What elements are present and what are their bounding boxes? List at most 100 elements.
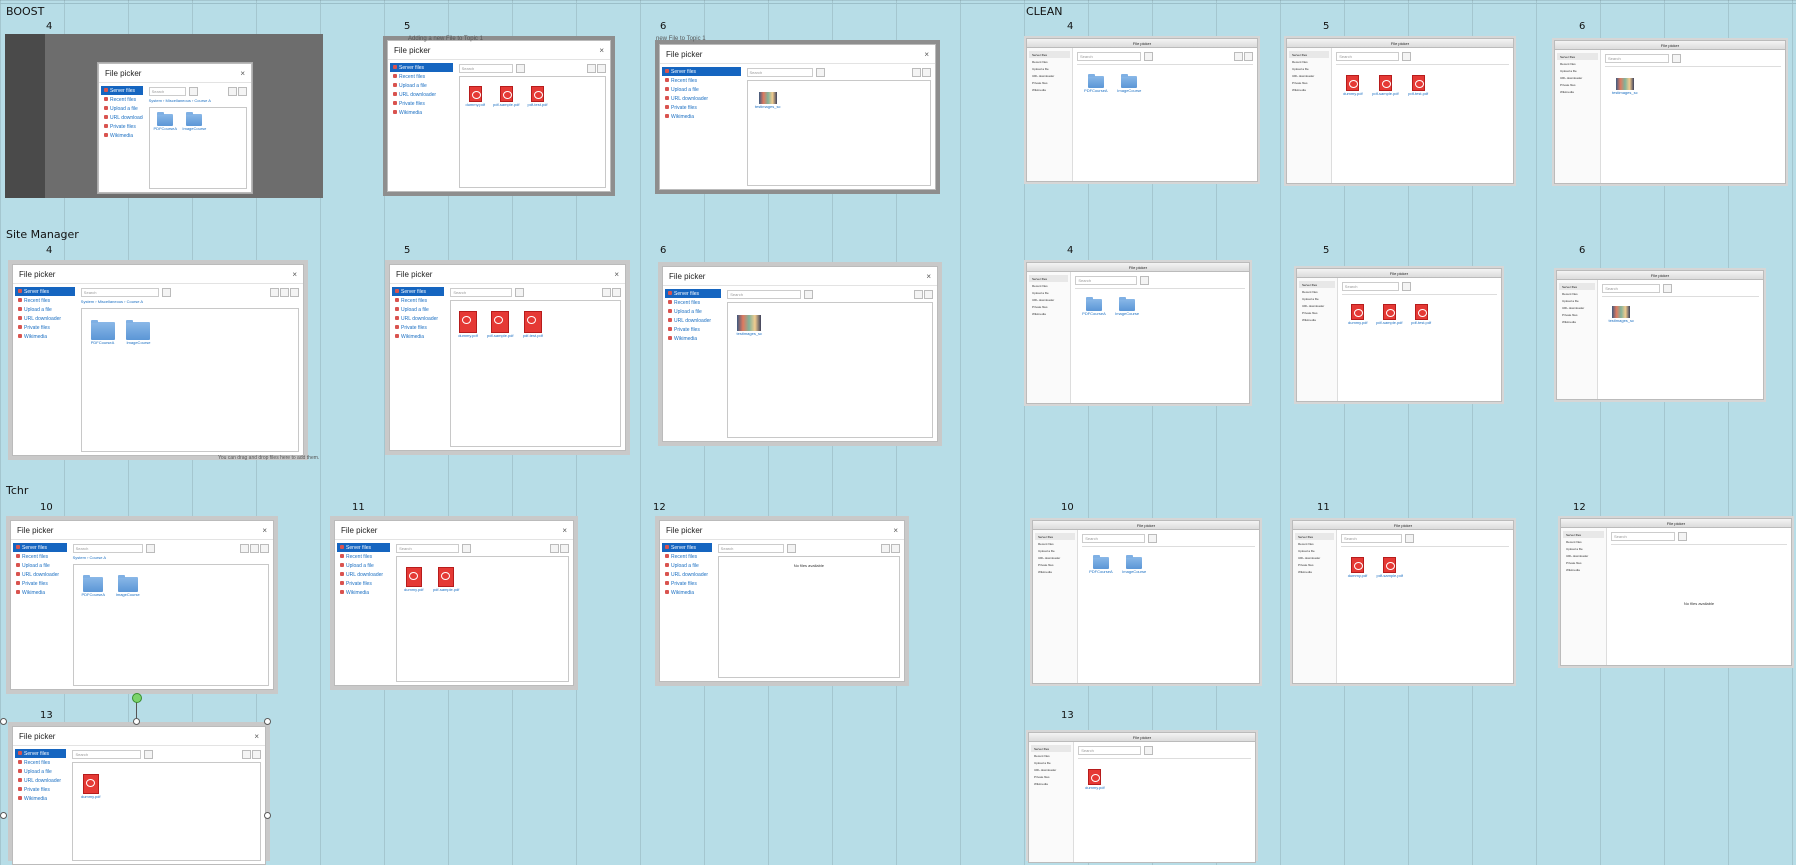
icon-view-icon[interactable] bbox=[914, 289, 923, 299]
list-view-icon[interactable] bbox=[922, 67, 931, 77]
close-icon[interactable]: × bbox=[262, 526, 267, 535]
rotation-handle[interactable] bbox=[132, 693, 142, 703]
nav-item[interactable]: URL downloader bbox=[1563, 552, 1604, 559]
nav-wikimedia[interactable]: Wikimedia bbox=[392, 332, 444, 341]
pdf-file-item[interactable]: dummy.pdf bbox=[1085, 769, 1105, 790]
nav-private-files[interactable]: Private files bbox=[15, 785, 66, 794]
pdf-file-item[interactable]: dummy.pdf bbox=[1348, 557, 1367, 578]
pdf-file-item[interactable]: dummy.pdf bbox=[404, 567, 424, 592]
nav-url-downloader[interactable]: URL downloader bbox=[662, 94, 741, 103]
nav-item[interactable]: Wikimedia bbox=[1563, 566, 1604, 573]
list-view-icon[interactable] bbox=[924, 289, 933, 299]
nav-server-files[interactable]: Server files bbox=[665, 289, 722, 298]
nav-recent-files[interactable]: Recent files bbox=[392, 296, 444, 305]
nav-private-files[interactable]: Private files bbox=[662, 103, 741, 112]
search-input[interactable]: Search bbox=[80, 287, 159, 297]
search-input[interactable]: Search bbox=[1341, 533, 1403, 543]
folder-item[interactable]: PDFCourseA bbox=[154, 111, 177, 131]
nav-upload-file[interactable]: Upload a file bbox=[662, 561, 712, 570]
nav-item[interactable]: Server files bbox=[1299, 281, 1335, 288]
nav-url-downloader[interactable]: URL downloader bbox=[662, 570, 712, 579]
nav-item[interactable]: URL downloader bbox=[1299, 302, 1335, 309]
refresh-icon[interactable] bbox=[786, 543, 796, 553]
nav-item[interactable]: Wikimedia bbox=[1289, 86, 1329, 93]
nav-item[interactable]: Wikimedia bbox=[1295, 568, 1334, 575]
icon-view-icon[interactable] bbox=[587, 63, 596, 73]
nav-item[interactable]: Upload a file bbox=[1557, 67, 1598, 74]
refresh-icon[interactable] bbox=[515, 63, 525, 73]
search-input[interactable]: Search bbox=[450, 287, 513, 297]
search-input[interactable]: Search bbox=[1611, 531, 1675, 541]
nav-item[interactable]: Private files bbox=[1563, 559, 1604, 566]
nav-server-files[interactable]: Server files bbox=[392, 287, 445, 296]
refresh-icon[interactable] bbox=[1662, 283, 1672, 293]
search-input[interactable]: Search bbox=[746, 67, 814, 77]
nav-wikimedia[interactable]: Wikimedia bbox=[662, 588, 712, 597]
nav-upload-file[interactable]: Upload a file bbox=[15, 305, 75, 314]
nav-item[interactable]: Private files bbox=[1029, 303, 1068, 310]
nav-item[interactable]: Recent files bbox=[1289, 58, 1329, 65]
nav-item[interactable]: Private files bbox=[1029, 79, 1070, 86]
resize-handle[interactable] bbox=[264, 718, 271, 725]
nav-item[interactable]: URL downloader bbox=[1557, 74, 1598, 81]
pdf-file-item[interactable]: pdf-sample.pdf bbox=[487, 311, 513, 338]
icon-view-icon[interactable] bbox=[912, 67, 921, 77]
pdf-file-item[interactable]: dummy.pdf bbox=[1348, 304, 1368, 325]
nav-private-files[interactable]: Private files bbox=[392, 323, 444, 332]
nav-item[interactable]: URL downloader bbox=[1035, 554, 1075, 561]
refresh-icon[interactable] bbox=[1147, 533, 1157, 543]
nav-item[interactable]: Server files bbox=[1559, 283, 1596, 290]
nav-item[interactable]: Wikimedia bbox=[1559, 318, 1595, 325]
refresh-icon[interactable] bbox=[1405, 533, 1415, 543]
nav-item[interactable]: Recent files bbox=[1299, 288, 1335, 295]
nav-item[interactable]: Server files bbox=[1029, 51, 1070, 58]
folder-item[interactable]: PDFCourseA bbox=[1084, 73, 1108, 93]
nav-url-downloader[interactable]: URL downloader bbox=[13, 570, 67, 579]
nav-item[interactable]: URL downloader bbox=[1029, 72, 1070, 79]
search-input[interactable]: Search bbox=[1605, 53, 1669, 63]
icon-view-icon[interactable] bbox=[240, 543, 249, 553]
nav-item[interactable]: Upload a file bbox=[1029, 289, 1068, 296]
refresh-icon[interactable] bbox=[1677, 531, 1687, 541]
nav-item[interactable]: URL downloader bbox=[1029, 296, 1068, 303]
search-input[interactable]: Search bbox=[727, 289, 802, 299]
nav-item[interactable]: Upload a file bbox=[1029, 65, 1070, 72]
list-view-icon[interactable] bbox=[612, 287, 621, 297]
nav-recent-files[interactable]: Recent files bbox=[101, 95, 143, 104]
resize-handle[interactable] bbox=[133, 718, 140, 725]
icon-view-icon[interactable] bbox=[602, 287, 611, 297]
nav-wikimedia[interactable]: Wikimedia bbox=[662, 112, 741, 121]
refresh-icon[interactable] bbox=[1401, 51, 1411, 61]
nav-url-downloader[interactable]: URL downloader bbox=[390, 90, 453, 99]
folder-item[interactable]: PDFCourseA bbox=[1089, 555, 1113, 574]
nav-item[interactable]: Private files bbox=[1289, 79, 1329, 86]
nav-server-files[interactable]: Server files bbox=[13, 543, 67, 552]
nav-item[interactable]: Private files bbox=[1295, 561, 1334, 568]
image-file-item[interactable]: testimages_sc bbox=[1612, 77, 1638, 95]
nav-item[interactable]: Wikimedia bbox=[1029, 86, 1070, 93]
search-input[interactable]: Search bbox=[1336, 51, 1399, 61]
nav-url-downloader[interactable]: URL downloader bbox=[101, 113, 143, 122]
pdf-file-item[interactable]: pdf-sample.pdf bbox=[433, 567, 459, 592]
refresh-icon[interactable] bbox=[816, 67, 826, 77]
pdf-file-item[interactable]: dummy.pdf bbox=[458, 311, 478, 338]
nav-upload-file[interactable]: Upload a file bbox=[665, 307, 721, 316]
refresh-icon[interactable] bbox=[804, 289, 814, 299]
refresh-icon[interactable] bbox=[1140, 275, 1150, 285]
close-icon[interactable]: × bbox=[893, 526, 898, 535]
nav-upload-file[interactable]: Upload a file bbox=[101, 104, 143, 113]
refresh-icon[interactable] bbox=[143, 749, 153, 759]
nav-item[interactable]: Private files bbox=[1559, 311, 1595, 318]
nav-item[interactable]: Private files bbox=[1031, 773, 1071, 780]
nav-private-files[interactable]: Private files bbox=[337, 579, 390, 588]
nav-private-files[interactable]: Private files bbox=[390, 99, 453, 108]
pdf-file-item[interactable]: pdf-test.pdf bbox=[527, 85, 548, 107]
list-view-icon[interactable] bbox=[238, 86, 247, 96]
search-input[interactable]: Search bbox=[1075, 275, 1138, 285]
refresh-icon[interactable] bbox=[515, 287, 525, 297]
pdf-file-item[interactable]: dummy.pdf bbox=[465, 85, 485, 107]
image-file-item[interactable]: testimages_sc bbox=[755, 92, 780, 109]
refresh-icon[interactable] bbox=[1143, 745, 1153, 755]
folder-item[interactable]: PDFCourseA bbox=[81, 574, 105, 597]
nav-item[interactable]: Wikimedia bbox=[1035, 568, 1075, 575]
